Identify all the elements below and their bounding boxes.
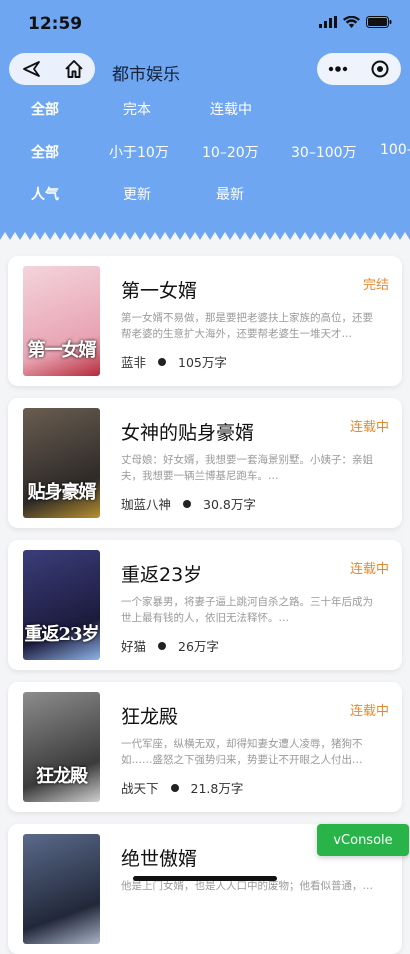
book-title[interactable]: 绝世傲婿 bbox=[121, 844, 197, 871]
book-cover[interactable]: 贴身豪婿 bbox=[23, 408, 100, 518]
close-button[interactable] bbox=[359, 53, 401, 85]
book-author: 珈蓝八神 bbox=[121, 497, 172, 512]
book-status-badge: 连载中 bbox=[349, 562, 389, 577]
book-author: 蓝非 bbox=[121, 355, 147, 370]
filter-status-all[interactable]: 全部 bbox=[31, 99, 59, 119]
book-description: 一代军座，纵横无双，却得知妻女遭人凌辱，猪狗不如……盛怒之下强势归来，势要让不开… bbox=[121, 738, 363, 766]
book-cover[interactable]: 狂龙殿 bbox=[23, 692, 100, 802]
back-icon bbox=[22, 61, 40, 77]
book-status-badge: 完结 bbox=[362, 278, 389, 293]
separator-dot bbox=[158, 357, 167, 366]
book-title[interactable]: 第一女婿 bbox=[121, 276, 197, 303]
battery-icon bbox=[366, 16, 392, 28]
book-description: 他是上门女婿，也是人人口中的废物；他看似普通，… bbox=[121, 880, 373, 892]
separator-dot bbox=[170, 783, 179, 792]
status-icons bbox=[319, 16, 392, 28]
book-cover[interactable]: 重返23岁 bbox=[23, 550, 100, 660]
book-description: 第一女婿不易做，那是要把老婆扶上家族的高位，还要帮老婆的生意扩大海外，还要帮老婆… bbox=[121, 312, 373, 340]
status-time: 12:59 bbox=[28, 14, 83, 34]
book-cover[interactable] bbox=[23, 834, 100, 944]
filter-status-finished[interactable]: 完本 bbox=[123, 99, 151, 119]
book-card[interactable]: 狂龙殿 狂龙殿 连载中 一代军座，纵横无双，却得知妻女遭人凌辱，猪狗不如……盛怒… bbox=[8, 682, 402, 812]
separator-dot bbox=[183, 499, 192, 508]
home-indicator bbox=[133, 876, 277, 881]
separator-dot bbox=[158, 641, 167, 650]
status-bar: 12:59 bbox=[0, 0, 410, 46]
nav-button-group bbox=[9, 53, 95, 85]
book-meta: 好猫 26万字 bbox=[121, 636, 219, 655]
filter-row-length: 全部 小于10万 10–20万 30–100万 100– bbox=[0, 142, 410, 166]
filter-sort-newest[interactable]: 最新 bbox=[216, 184, 244, 204]
filter-length-30-100w[interactable]: 30–100万 bbox=[291, 142, 357, 162]
book-meta: 蓝非 105万字 bbox=[121, 352, 227, 371]
header-zigzag-edge bbox=[0, 232, 410, 248]
signal-icon bbox=[319, 16, 337, 28]
filter-sort-popular[interactable]: 人气 bbox=[31, 184, 59, 204]
wifi-icon bbox=[343, 16, 360, 28]
filter-length-all[interactable]: 全部 bbox=[31, 142, 59, 162]
filter-row-sort: 人气 更新 最新 bbox=[0, 184, 410, 208]
filter-sort-updated[interactable]: 更新 bbox=[123, 184, 151, 204]
book-cover[interactable]: 第一女婿 bbox=[23, 266, 100, 376]
close-target-icon bbox=[371, 60, 389, 78]
book-word-count: 30.8万字 bbox=[203, 497, 256, 512]
book-card[interactable]: 重返23岁 重返23岁 连载中 一个家暴男，将妻子逼上跳河自杀之路。三十年后成为… bbox=[8, 540, 402, 670]
book-author: 战天下 bbox=[121, 781, 159, 796]
book-word-count: 21.8万字 bbox=[190, 781, 244, 796]
book-word-count: 105万字 bbox=[178, 355, 227, 370]
filter-length-100w-plus[interactable]: 100– bbox=[380, 142, 410, 158]
book-card[interactable]: 贴身豪婿 女神的贴身豪婿 连载中 丈母娘：好女婿，我想要一套海景别墅。小姨子：亲… bbox=[8, 398, 402, 528]
more-icon bbox=[328, 66, 348, 72]
header-background: 12:59 都市娱乐 全部 完本 连载中 全部 小于10万 10–20万 30–… bbox=[0, 0, 410, 246]
book-description: 一个家暴男，将妻子逼上跳河自杀之路。三十年后成为世上最有钱的人，依旧无法释怀。… bbox=[121, 596, 373, 624]
book-author: 好猫 bbox=[121, 639, 147, 654]
mini-program-capsule bbox=[317, 53, 401, 85]
more-button[interactable] bbox=[317, 53, 359, 85]
filter-row-status: 全部 完本 连载中 bbox=[0, 99, 410, 123]
filter-length-10-20w[interactable]: 10–20万 bbox=[202, 142, 259, 162]
book-card[interactable]: 第一女婿 第一女婿 完结 第一女婿不易做，那是要把老婆扶上家族的高位，还要帮老婆… bbox=[8, 256, 402, 386]
back-button[interactable] bbox=[9, 53, 52, 85]
home-button[interactable] bbox=[52, 53, 95, 85]
filter-status-ongoing[interactable]: 连载中 bbox=[210, 99, 252, 119]
book-status-badge: 连载中 bbox=[349, 704, 389, 719]
cover-title-art: 重返23岁 bbox=[24, 624, 99, 645]
page-title: 都市娱乐 bbox=[112, 65, 180, 85]
book-description: 丈母娘：好女婿，我想要一套海景别墅。小姨子：亲姐夫，我想要一辆兰博基尼跑车。… bbox=[121, 454, 373, 482]
book-status-badge: 连载中 bbox=[349, 420, 389, 435]
filter-length-under-10w[interactable]: 小于10万 bbox=[109, 142, 169, 162]
cover-title-art: 狂龙殿 bbox=[36, 766, 88, 787]
cover-title-art: 第一女婿 bbox=[27, 340, 97, 361]
book-meta: 珈蓝八神 30.8万字 bbox=[121, 494, 256, 513]
book-word-count: 26万字 bbox=[178, 639, 219, 654]
book-title[interactable]: 狂龙殿 bbox=[121, 702, 178, 729]
home-icon bbox=[64, 60, 83, 78]
vconsole-button[interactable]: vConsole bbox=[317, 824, 409, 856]
book-title[interactable]: 女神的贴身豪婿 bbox=[121, 418, 254, 445]
book-title[interactable]: 重返23岁 bbox=[121, 560, 202, 587]
book-meta: 战天下 21.8万字 bbox=[121, 778, 243, 797]
cover-title-art: 贴身豪婿 bbox=[27, 482, 97, 503]
